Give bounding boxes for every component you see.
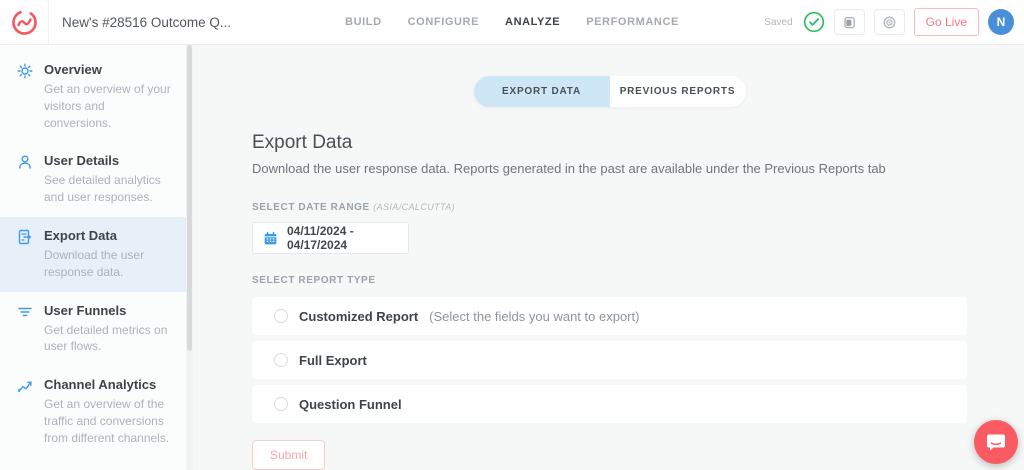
sidebar-item-desc: Get detailed metrics on user flows. [44,322,175,356]
sidebar-item-channel-analytics[interactable]: Channel Analytics Get an overview of the… [0,366,193,457]
export-tabs: EXPORT DATA PREVIOUS REPORTS [474,76,746,107]
date-range-picker[interactable]: 04/11/2024 - 04/17/2024 [252,222,409,254]
sidebar-item-export-data[interactable]: Export Data Download the user response d… [0,217,193,292]
go-live-button[interactable]: Go Live [914,8,979,36]
nav-configure[interactable]: CONFIGURE [408,16,479,28]
sidebar-item-user-funnels[interactable]: User Funnels Get detailed metrics on use… [0,292,193,367]
outgrow-logo-icon [11,9,38,36]
document-title[interactable]: New's #28516 Outcome Q... [62,15,231,30]
sidebar-item-label: User Details [44,153,175,168]
app-window: New's #28516 Outcome Q... BUILD CONFIGUR… [0,0,1024,470]
sidebar-item-label: User Funnels [44,303,175,318]
radio-button[interactable] [274,309,288,323]
sidebar-scrollbar-thumb[interactable] [187,45,192,351]
submit-button[interactable]: Submit [252,440,325,470]
line-chart-icon [17,377,33,446]
device-preview-button[interactable] [834,9,865,35]
sidebar-item-compare[interactable]: Compare Compare results gathered on Outg… [0,458,193,470]
nav-build[interactable]: BUILD [345,16,382,28]
eye-icon [882,15,897,30]
date-range-label-text: SELECT DATE RANGE [252,202,370,213]
main-content: EXPORT DATA PREVIOUS REPORTS Export Data… [193,45,1024,470]
saved-status-label: Saved [764,17,792,28]
sidebar-item-desc: See detailed analytics and user response… [44,172,175,206]
radio-button[interactable] [274,353,288,367]
top-right-controls: Saved Go Live N [764,8,1014,36]
report-option-label: Full Export [299,353,367,368]
page-description: Download the user response data. Reports… [252,161,967,176]
sidebar-item-label: Overview [44,62,175,77]
outgrow-logo[interactable] [0,0,49,45]
timezone-label: (ASIA/CALCUTTA) [373,202,455,212]
export-document-icon [17,228,33,281]
date-range-value: 04/11/2024 - 04/17/2024 [287,224,398,252]
sidebar-item-label: Channel Analytics [44,377,175,392]
user-avatar[interactable]: N [988,9,1014,35]
sidebar-item-desc: Download the user response data. [44,247,175,281]
nav-analyze[interactable]: ANALYZE [505,16,560,28]
chat-bubble-icon [986,433,1006,452]
funnel-icon [17,303,33,356]
saved-check-icon [803,11,825,33]
report-option-customized[interactable]: Customized Report (Select the fields you… [252,297,967,335]
sidebar-item-label: Export Data [44,228,175,243]
top-navigation: BUILD CONFIGURE ANALYZE PERFORMANCE [345,16,679,28]
devices-icon [842,15,857,30]
report-option-question-funnel[interactable]: Question Funnel [252,385,967,423]
person-icon [17,153,33,206]
date-range-label: SELECT DATE RANGE (ASIA/CALCUTTA) [252,202,967,213]
sidebar-item-desc: Get an overview of your visitors and con… [44,81,175,131]
gear-icon [17,62,33,131]
tab-export-data[interactable]: EXPORT DATA [474,76,610,107]
report-option-full-export[interactable]: Full Export [252,341,967,379]
sidebar-item-user-details[interactable]: User Details See detailed analytics and … [0,142,193,217]
preview-button[interactable] [874,9,905,35]
sidebar-item-desc: Get an overview of the traffic and conve… [44,396,175,446]
radio-button[interactable] [274,397,288,411]
sidebar-item-overview[interactable]: Overview Get an overview of your visitor… [0,51,193,142]
report-option-label: Customized Report [299,309,418,324]
page-title: Export Data [252,132,967,154]
report-type-label: SELECT REPORT TYPE [252,275,967,286]
analyze-sidebar: Overview Get an overview of your visitor… [0,45,193,470]
chat-widget-button[interactable] [974,420,1018,464]
top-bar: New's #28516 Outcome Q... BUILD CONFIGUR… [0,0,1024,45]
tab-previous-reports[interactable]: PREVIOUS REPORTS [610,76,746,107]
report-option-label: Question Funnel [299,397,402,412]
calendar-icon [263,231,278,246]
sidebar-scrollbar [186,45,193,470]
report-option-note: (Select the fields you want to export) [429,309,639,324]
nav-performance[interactable]: PERFORMANCE [586,16,679,28]
